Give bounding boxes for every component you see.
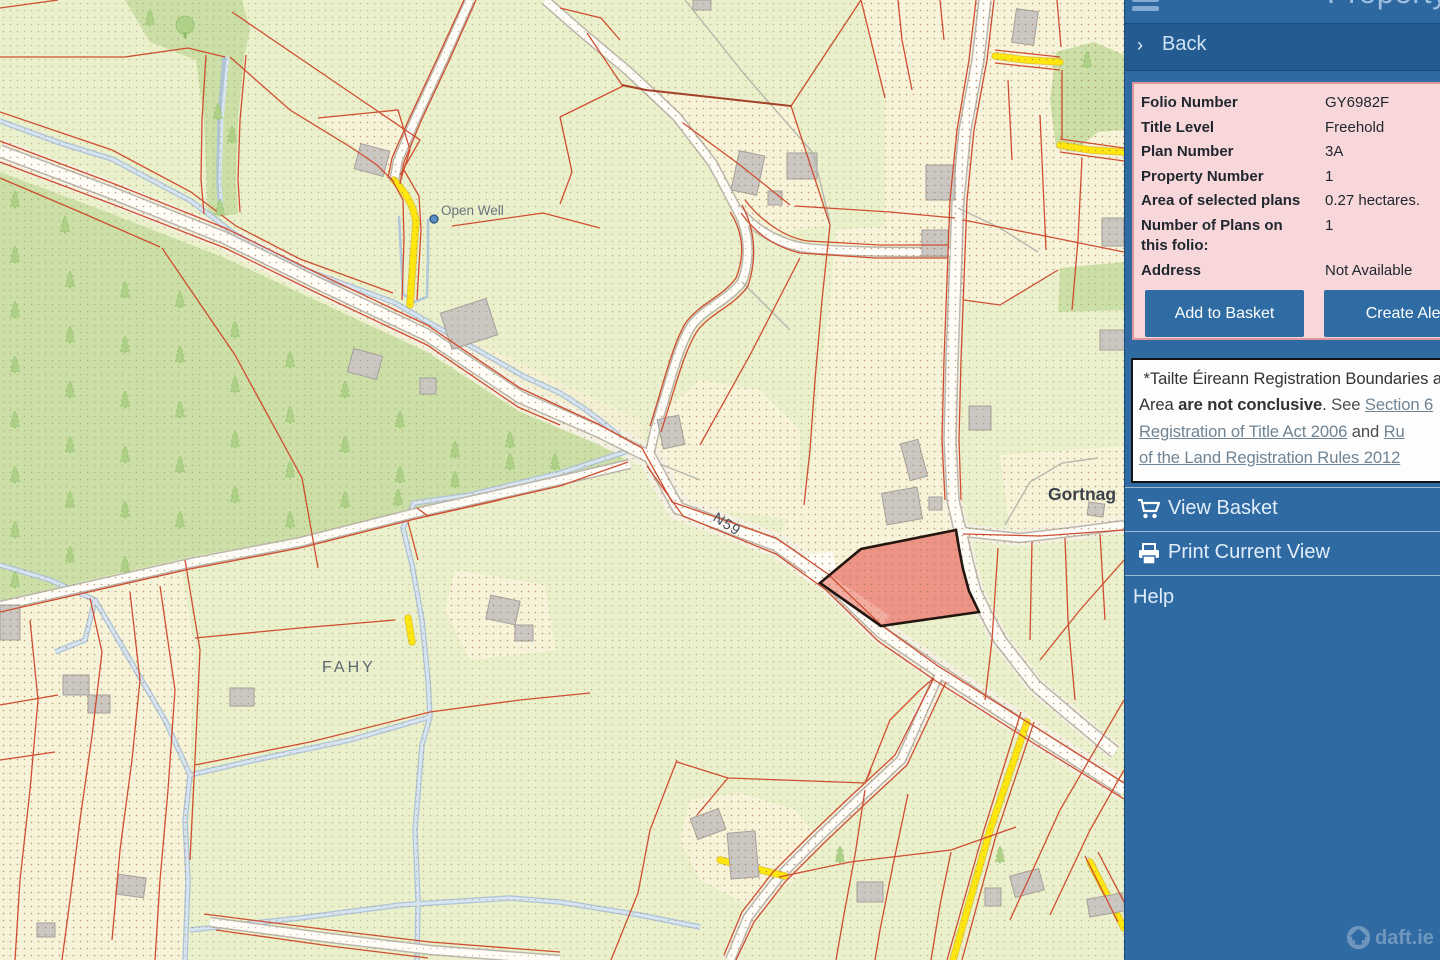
svg-text:FAHY: FAHY [322,659,376,676]
svg-text:Gortnag: Gortnag [1048,484,1116,504]
svg-text:Open Well: Open Well [441,203,504,218]
